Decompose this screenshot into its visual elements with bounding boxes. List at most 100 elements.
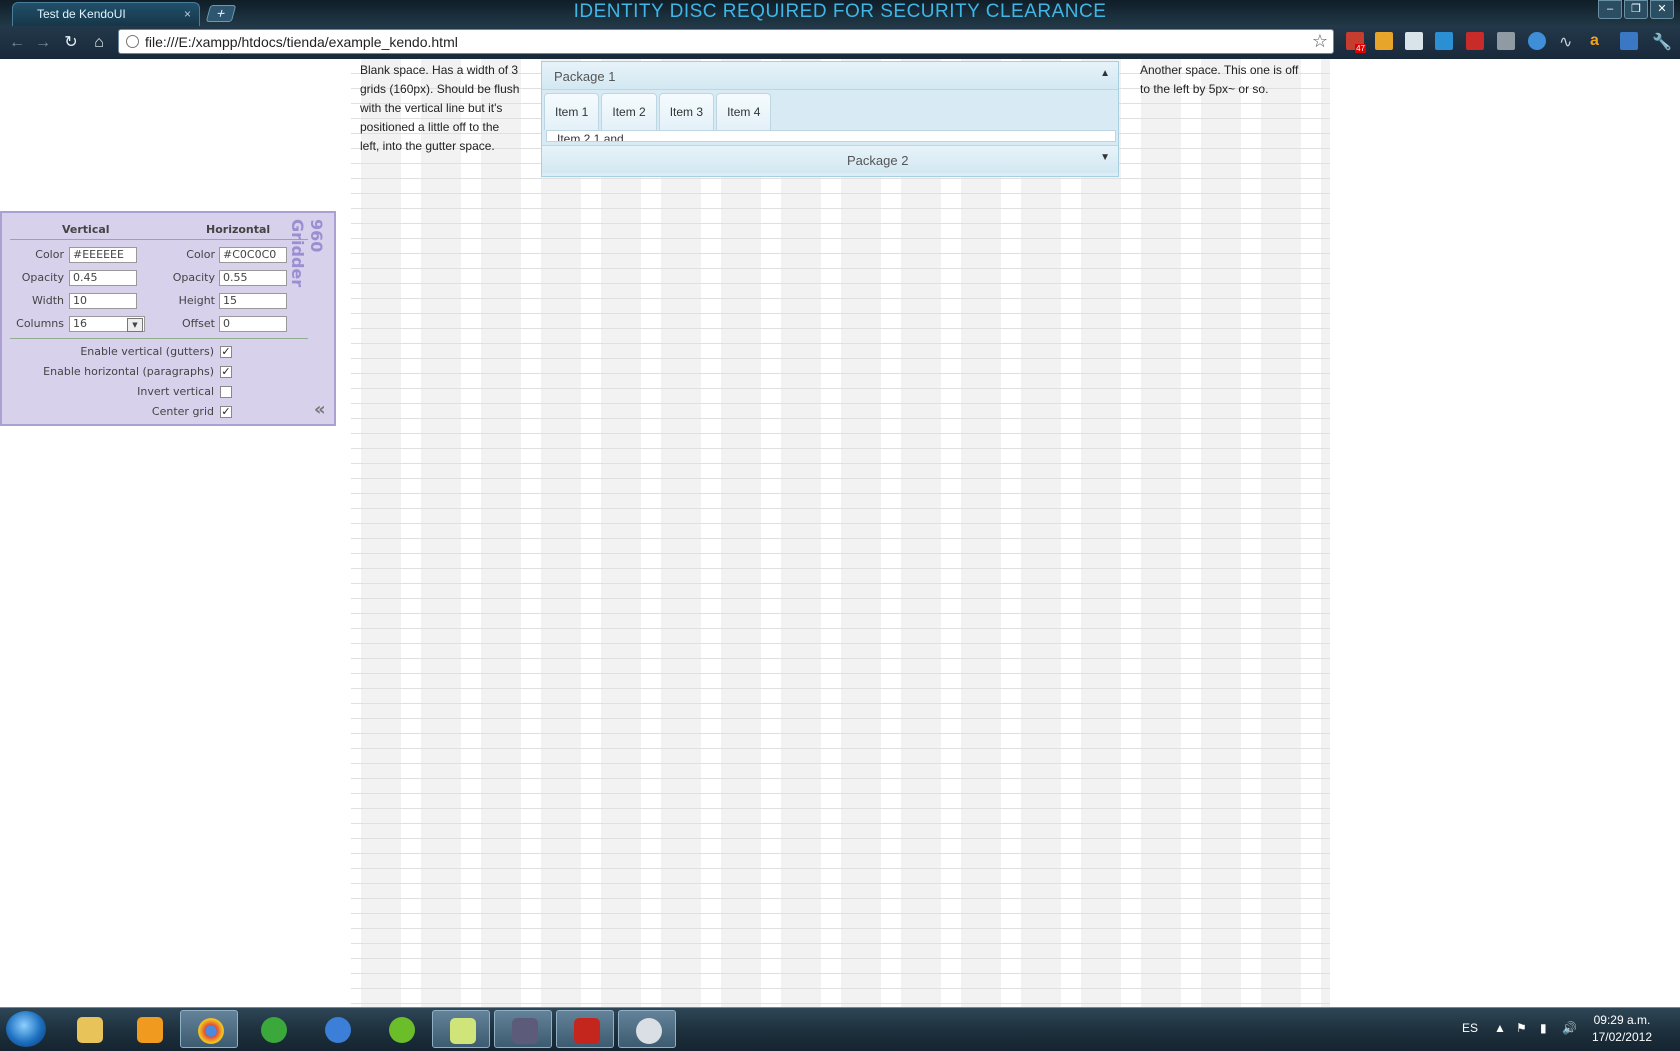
panel-bar: Package 1 ▲ Item 1 Item 2 Item 3 Item 4 …: [541, 61, 1119, 177]
taskbar-filezilla[interactable]: [556, 1010, 614, 1048]
collapse-panel-icon[interactable]: «: [314, 399, 326, 420]
utorrent-icon: [261, 1017, 287, 1043]
minimize-button[interactable]: –: [1598, 0, 1622, 19]
vertical-opacity-input[interactable]: 0.45: [69, 270, 137, 286]
option-checkbox-invert-vertical[interactable]: [220, 386, 232, 398]
close-button[interactable]: ✕: [1650, 0, 1674, 19]
network-icon[interactable]: ▮: [1540, 1021, 1547, 1035]
tabstrip: Item 1 Item 2 Item 3 Item 4: [544, 93, 773, 130]
new-tab-button[interactable]: +: [205, 5, 237, 22]
extension-icon-7[interactable]: [1528, 32, 1546, 50]
filezilla-icon: [574, 1018, 600, 1044]
address-bar[interactable]: file:///E:/xampp/htdocs/tienda/example_k…: [118, 29, 1334, 54]
tab-item-1[interactable]: Item 1: [544, 93, 600, 130]
tab-item-3[interactable]: Item 3: [658, 93, 715, 130]
horizontal-heading: Horizontal: [206, 223, 271, 236]
offset-label: Offset: [181, 317, 215, 330]
taskbar-utorrent[interactable]: [244, 1010, 302, 1048]
extension-icon-2[interactable]: [1375, 32, 1393, 50]
horizontal-color-input[interactable]: #C0C0C0: [219, 247, 287, 263]
option-checkbox-horizontal-paragraphs[interactable]: ✓: [220, 366, 232, 378]
forward-icon[interactable]: →: [34, 34, 52, 52]
package-1-header[interactable]: Package 1 ▲: [542, 62, 1118, 89]
option-label-invert-vertical: Invert vertical: [137, 385, 214, 398]
option-checkbox-center-grid[interactable]: ✓: [220, 406, 232, 418]
gridder-panel: Vertical Horizontal Color #EEEEEE Opacit…: [0, 211, 336, 426]
taskbar-paint[interactable]: [618, 1010, 676, 1048]
height-input[interactable]: 15: [219, 293, 287, 309]
taskbar-notepad[interactable]: [432, 1010, 490, 1048]
browser-toolbar: ← → ↻ ⌂ file:///E:/xampp/htdocs/tienda/e…: [0, 26, 1680, 59]
taskbar: ES ▲ ⚑ ▮ 🔊 09:29 a.m. 17/02/2012: [0, 1007, 1680, 1051]
extension-icon-6[interactable]: [1497, 32, 1515, 50]
back-icon[interactable]: ←: [8, 34, 26, 52]
option-label-center-grid: Center grid: [151, 405, 214, 418]
tab-close-icon[interactable]: ×: [184, 7, 191, 21]
amazon-icon[interactable]: a: [1590, 32, 1608, 50]
tab-content: Item 2.1 and: [546, 130, 1116, 142]
vertical-width-label: Width: [32, 294, 64, 307]
pulse-icon[interactable]: ∿: [1559, 32, 1577, 51]
media-player-icon: [137, 1017, 163, 1043]
calendar-extension-icon[interactable]: 47: [1346, 32, 1366, 53]
tab-item-4[interactable]: Item 4: [716, 93, 772, 130]
package-2-header[interactable]: Package 2 ▼: [542, 146, 1118, 173]
extension-icon-5[interactable]: [1466, 32, 1484, 50]
taskbar-java-ide[interactable]: [494, 1010, 552, 1048]
height-label: Height: [178, 294, 215, 307]
paint-icon: [636, 1018, 662, 1044]
package-2-label: Package 2: [847, 153, 909, 168]
reload-icon[interactable]: ↻: [62, 34, 80, 52]
vertical-width-input[interactable]: 10: [69, 293, 137, 309]
columns-select[interactable]: 16 ▼: [69, 316, 145, 332]
tab-item-2[interactable]: Item 2: [601, 93, 657, 130]
taskbar-itunes[interactable]: [308, 1010, 366, 1048]
vertical-heading: Vertical: [62, 223, 110, 236]
window-titlebar: IDENTITY DISC REQUIRED FOR SECURITY CLEA…: [0, 0, 1680, 26]
folder-icon: [77, 1017, 103, 1043]
vertical-color-label: Color: [35, 248, 64, 261]
window-banner: IDENTITY DISC REQUIRED FOR SECURITY CLEA…: [573, 1, 1107, 22]
start-button[interactable]: [6, 1011, 46, 1047]
tab-title: Test de KendoUI: [37, 7, 126, 21]
browser-tab[interactable]: Test de KendoUI ×: [12, 2, 200, 26]
cut-the-rope-icon: [389, 1017, 415, 1043]
vertical-color-input[interactable]: #EEEEEE: [69, 247, 137, 263]
offset-input[interactable]: 0: [219, 316, 287, 332]
option-checkbox-vertical-gutters[interactable]: ✓: [220, 346, 232, 358]
tab-content-text: Item 2.1 and: [557, 132, 624, 142]
bookmark-star-icon[interactable]: ☆: [1312, 31, 1328, 52]
taskbar-chrome[interactable]: [180, 1010, 238, 1048]
clock-date: 17/02/2012: [1591, 1030, 1652, 1044]
taskbar-media-player[interactable]: [120, 1010, 178, 1048]
page-icon: [126, 35, 139, 48]
horizontal-color-label: Color: [186, 248, 215, 261]
horizontal-opacity-input[interactable]: 0.55: [219, 270, 287, 286]
gridder-title: 960 Gridder: [288, 219, 326, 288]
notepad-icon: [450, 1018, 476, 1044]
show-hidden-icons-icon[interactable]: ▲: [1494, 1021, 1506, 1035]
extension-icon-3[interactable]: [1405, 32, 1423, 50]
clock[interactable]: 09:29 a.m. 17/02/2012: [1592, 1012, 1652, 1046]
extension-badge: 47: [1355, 44, 1366, 53]
volume-icon[interactable]: 🔊: [1562, 1021, 1577, 1035]
maximize-button[interactable]: ❐: [1624, 0, 1648, 19]
expand-arrow-icon: ▼: [1100, 152, 1110, 163]
grid-overlay: [351, 59, 1330, 1007]
home-icon[interactable]: ⌂: [90, 34, 108, 52]
taskbar-cut-the-rope[interactable]: [372, 1010, 430, 1048]
action-center-flag-icon[interactable]: ⚑: [1516, 1021, 1527, 1035]
vertical-opacity-label: Opacity: [21, 271, 64, 284]
collapse-arrow-icon: ▲: [1100, 68, 1110, 79]
extension-icon-4[interactable]: [1435, 32, 1453, 50]
horizontal-opacity-label: Opacity: [172, 271, 215, 284]
chrome-icon: [198, 1018, 224, 1044]
url-text[interactable]: file:///E:/xampp/htdocs/tienda/example_k…: [145, 34, 458, 50]
columns-value: 16: [73, 317, 87, 330]
language-indicator[interactable]: ES: [1462, 1021, 1478, 1035]
wrench-icon[interactable]: 🔧: [1652, 32, 1672, 51]
taskbar-explorer[interactable]: [60, 1010, 118, 1048]
checkbox-extension-icon[interactable]: [1620, 32, 1638, 50]
chevron-down-icon[interactable]: ▼: [127, 318, 143, 332]
blank-space-left: Blank space. Has a width of 3 grids (160…: [360, 63, 520, 153]
